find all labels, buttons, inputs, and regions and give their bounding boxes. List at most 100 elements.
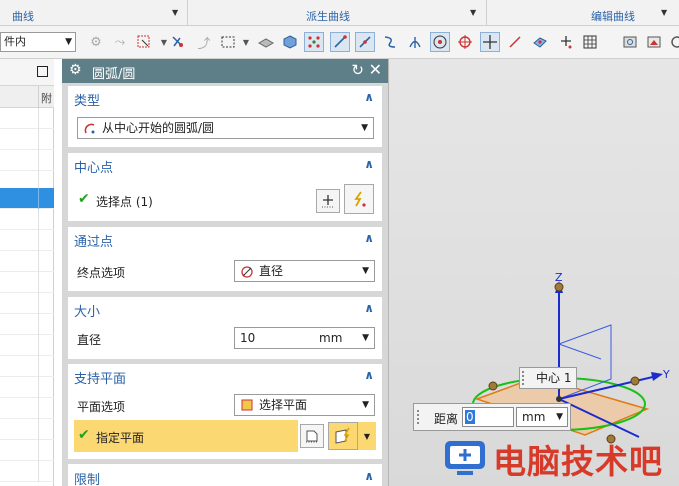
type-select[interactable]: 从中心开始的圆弧/圆 ▼ bbox=[77, 117, 374, 139]
snap-points-icon[interactable] bbox=[304, 32, 324, 52]
navigator-column-header[interactable]: 附 bbox=[0, 86, 54, 108]
specify-plane-label: 指定平面 bbox=[96, 431, 145, 445]
distance-input[interactable]: 0 bbox=[462, 407, 514, 427]
gear-icon[interactable]: ⚙ bbox=[69, 62, 82, 78]
distance-unit-value: mm bbox=[522, 410, 546, 424]
list-item[interactable] bbox=[0, 440, 54, 461]
section-through-point-header[interactable]: 通过点 bbox=[74, 231, 113, 250]
point-dialog-button[interactable] bbox=[316, 189, 340, 213]
list-item[interactable] bbox=[0, 314, 54, 335]
chevron-up-icon[interactable]: ∧ bbox=[364, 231, 374, 245]
chevron-down-icon[interactable]: ▼ bbox=[358, 422, 376, 450]
chevron-down-icon: ▼ bbox=[361, 123, 368, 133]
diameter-unit[interactable]: mm bbox=[319, 328, 342, 348]
select-feature-icon[interactable] bbox=[134, 32, 154, 52]
endpoint-option-value: 直径 bbox=[259, 264, 284, 278]
list-item[interactable] bbox=[0, 251, 54, 272]
maximize-icon[interactable] bbox=[37, 66, 48, 77]
inferred-plane-button[interactable] bbox=[328, 422, 358, 450]
list-item[interactable] bbox=[0, 209, 54, 230]
ribbon-group-edit-curve[interactable]: 编辑曲线 ▼ bbox=[487, 0, 677, 26]
distance-unit-select[interactable]: mm ▼ bbox=[516, 407, 568, 427]
lightning-icon bbox=[354, 191, 366, 207]
navigator-header bbox=[0, 59, 54, 86]
arc-circle-dialog: ⚙ 圆弧/圆 ↻ ✕ 类型 ∧ 从中心开始的圆弧/圆 ▼ 中心点 ∧ ✔ 选择点… bbox=[62, 59, 388, 486]
existing-point-icon[interactable] bbox=[556, 32, 576, 52]
plane-dialog-button[interactable] bbox=[300, 424, 324, 448]
section-center-point: 中心点 ∧ ✔ 选择点 (1) bbox=[68, 153, 382, 221]
selection-toolbar: 件内 ▼ ⚙ ⤳ ▼ ⤴ ▼ bbox=[0, 26, 679, 59]
drag-handle[interactable] bbox=[417, 410, 423, 424]
chevron-down-icon[interactable]: ▼ bbox=[172, 8, 178, 17]
list-item-selected[interactable] bbox=[0, 188, 54, 209]
section-center-point-header[interactable]: 中心点 bbox=[74, 157, 113, 176]
list-item[interactable] bbox=[0, 150, 54, 171]
chevron-down-icon[interactable]: ▼ bbox=[362, 328, 369, 348]
list-item[interactable] bbox=[0, 108, 54, 129]
section-support-plane-header[interactable]: 支持平面 bbox=[74, 368, 126, 387]
view-fit-icon[interactable] bbox=[620, 32, 640, 52]
deselect-icon[interactable]: ⤴ bbox=[194, 32, 214, 52]
point-on-line-icon[interactable] bbox=[505, 32, 525, 52]
distance-input-box[interactable]: 距离 0 mm ▼ bbox=[413, 403, 571, 431]
chevron-down-icon[interactable]: ▼ bbox=[470, 8, 476, 17]
filter-icon[interactable]: ⤳ bbox=[110, 32, 130, 52]
ribbon-group-derived-curve[interactable]: 派生曲线 ▼ bbox=[188, 0, 484, 26]
select-connected-icon[interactable] bbox=[168, 32, 188, 52]
plane-option-select[interactable]: 选择平面 ▼ bbox=[234, 394, 375, 416]
point-on-face-icon[interactable] bbox=[530, 32, 550, 52]
list-item[interactable] bbox=[0, 230, 54, 251]
section-type-header[interactable]: 类型 bbox=[74, 90, 100, 109]
section-size-header[interactable]: 大小 bbox=[74, 301, 100, 320]
point-dialog-icon bbox=[322, 195, 334, 208]
chevron-down-icon[interactable]: ▼ bbox=[236, 32, 256, 52]
list-item[interactable] bbox=[0, 377, 54, 398]
selection-scope-select[interactable]: 件内 ▼ bbox=[0, 32, 76, 52]
distance-label: 距离 bbox=[434, 412, 459, 426]
reset-icon[interactable]: ↻ bbox=[351, 61, 364, 79]
graphics-viewport[interactable]: Z Y 中心 1 距离 0 mm ▼ 电脑技术吧 bbox=[388, 59, 679, 486]
rotate-view-icon[interactable] bbox=[666, 32, 679, 52]
arc-center-icon[interactable] bbox=[430, 32, 450, 52]
plane-dialog-icon bbox=[306, 430, 318, 443]
list-item[interactable] bbox=[0, 419, 54, 440]
solid-body-icon[interactable] bbox=[256, 32, 276, 52]
chevron-up-icon[interactable]: ∧ bbox=[364, 301, 374, 315]
chevron-up-icon[interactable]: ∧ bbox=[364, 90, 374, 104]
drag-handle[interactable] bbox=[522, 371, 528, 385]
list-item[interactable] bbox=[0, 293, 54, 314]
close-icon[interactable]: ✕ bbox=[369, 60, 382, 79]
list-item[interactable] bbox=[0, 129, 54, 150]
endpoint-option-select[interactable]: 直径 ▼ bbox=[234, 260, 375, 282]
chevron-down-icon[interactable]: ▼ bbox=[661, 8, 667, 17]
section-limits-header[interactable]: 限制 bbox=[74, 469, 100, 486]
quadrant-point-icon[interactable] bbox=[455, 32, 475, 52]
chevron-up-icon[interactable]: ∧ bbox=[364, 157, 374, 171]
dialog-title-bar[interactable]: ⚙ 圆弧/圆 ↻ ✕ bbox=[62, 59, 388, 83]
chevron-up-icon[interactable]: ∧ bbox=[364, 368, 374, 382]
list-item[interactable] bbox=[0, 356, 54, 377]
list-item[interactable] bbox=[0, 272, 54, 293]
specify-plane-row[interactable]: ✔ 指定平面 bbox=[74, 420, 298, 452]
cube-icon[interactable] bbox=[280, 32, 300, 52]
rectangle-select-icon[interactable] bbox=[218, 32, 238, 52]
render-style-icon[interactable] bbox=[644, 32, 664, 52]
diameter-input[interactable]: 10 mm ▼ bbox=[234, 327, 375, 349]
snap-settings-icon[interactable]: ⚙ bbox=[86, 32, 106, 52]
point-on-curve-icon[interactable] bbox=[480, 32, 500, 52]
inferred-point-button[interactable] bbox=[344, 184, 374, 214]
mid-point-icon[interactable] bbox=[355, 32, 375, 52]
end-point-icon[interactable] bbox=[330, 32, 350, 52]
list-item[interactable] bbox=[0, 461, 54, 482]
column-header-label: 附 bbox=[41, 92, 52, 105]
chevron-up-icon[interactable]: ∧ bbox=[364, 469, 374, 483]
control-point-icon[interactable] bbox=[380, 32, 400, 52]
ribbon-group-curve[interactable]: 曲线 ▼ bbox=[0, 0, 186, 26]
select-point-label[interactable]: 选择点 (1) bbox=[96, 193, 153, 210]
center-point-tooltip[interactable]: 中心 1 bbox=[519, 367, 577, 389]
chevron-down-icon: ▼ bbox=[362, 266, 369, 276]
intersection-point-icon[interactable] bbox=[405, 32, 425, 52]
list-item[interactable] bbox=[0, 335, 54, 356]
list-item[interactable] bbox=[0, 398, 54, 419]
grid-icon[interactable] bbox=[580, 32, 600, 52]
